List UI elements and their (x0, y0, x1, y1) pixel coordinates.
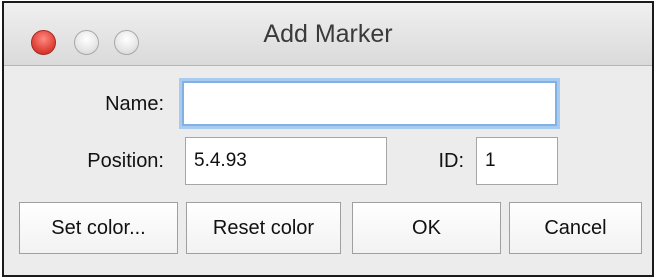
name-input[interactable] (182, 81, 557, 126)
position-label: Position: (87, 150, 164, 172)
id-input[interactable] (476, 137, 558, 185)
ok-button[interactable]: OK (352, 202, 501, 254)
window-title: Add Marker (263, 20, 393, 48)
cancel-button[interactable]: Cancel (509, 202, 642, 254)
title-bar[interactable]: Add Marker (4, 3, 652, 66)
reset-color-button[interactable]: Reset color (186, 202, 341, 254)
set-color-button[interactable]: Set color... (19, 202, 178, 254)
position-input[interactable] (185, 137, 387, 185)
id-label: ID: (438, 150, 464, 172)
name-label: Name: (105, 93, 164, 115)
add-marker-dialog: Add Marker Name: Position: ID: Set color… (2, 1, 654, 277)
